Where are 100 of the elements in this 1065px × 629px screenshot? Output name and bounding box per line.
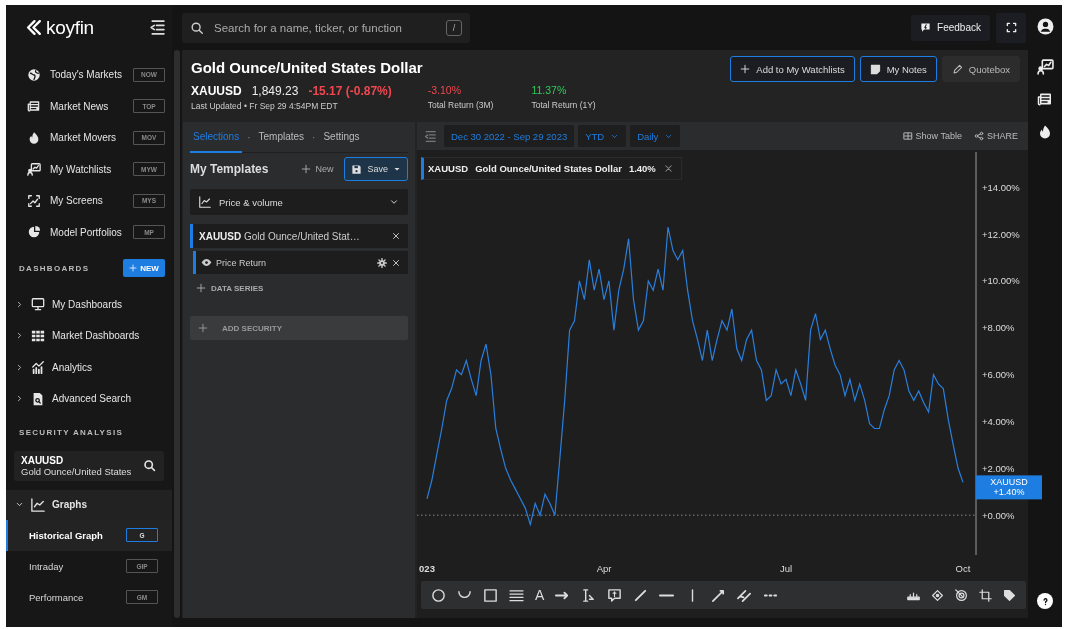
note-icon — [869, 63, 881, 75]
callout-icon[interactable] — [607, 587, 623, 603]
globe-icon — [27, 67, 41, 82]
crop-icon[interactable] — [979, 588, 992, 602]
line-icon[interactable] — [633, 587, 649, 603]
date-range-button[interactable]: Dec 30 2022 - Sep 29 2023 — [444, 125, 575, 147]
axis-label: +14.00% — [982, 181, 1020, 193]
line-chart-icon — [199, 196, 211, 208]
nav-item[interactable]: My Dashboards — [52, 298, 123, 310]
nav-item[interactable]: My Screens — [50, 195, 124, 207]
flame-icon — [27, 130, 41, 145]
text-tool-button[interactable]: A — [535, 587, 545, 603]
pie-chart-icon — [27, 225, 41, 240]
analytics-icon — [31, 360, 45, 375]
add-button[interactable]: Add to My Watchlists — [730, 56, 855, 82]
plus-icon — [740, 64, 751, 74]
return-label: Total Return (1Y) — [531, 100, 596, 110]
quotebox-button[interactable]: Quotebox — [941, 56, 1020, 82]
interval-dropdown[interactable]: Daily — [630, 125, 681, 147]
chevron-down-icon — [15, 500, 24, 509]
parallel-lines-icon[interactable] — [737, 587, 753, 603]
tab[interactable]: Selections — [190, 122, 243, 153]
save-button[interactable]: Save — [344, 157, 408, 181]
grid-icon — [31, 328, 45, 343]
share-icon — [974, 131, 984, 141]
newspaper-icon — [27, 99, 41, 114]
caret-icon — [393, 165, 401, 173]
tab[interactable]: Templates — [255, 122, 308, 153]
close-icon[interactable] — [662, 163, 674, 174]
return-label: Total Return (3M) — [427, 100, 494, 110]
new-dashboard-button[interactable]: NEW — [123, 259, 165, 278]
collapse-icon[interactable] — [423, 129, 436, 143]
fullscreen-icon — [1005, 22, 1017, 33]
price-change: -15.17 (-0.87%) — [308, 84, 392, 98]
text-cursor-icon[interactable] — [581, 587, 597, 603]
chevron-right-icon — [15, 362, 24, 372]
tag-icon[interactable] — [1003, 588, 1016, 602]
price: 1,849.23 — [251, 84, 299, 98]
flame-icon[interactable] — [1037, 124, 1053, 140]
return-value: -3.10% — [427, 84, 463, 96]
nav-item[interactable]: Advanced Search — [52, 393, 131, 405]
search-input[interactable]: Search for a name, ticker, or function — [212, 20, 438, 35]
tab-separator: · — [312, 131, 316, 143]
ray-icon[interactable] — [711, 587, 727, 603]
watchlist-icon[interactable] — [1036, 58, 1054, 75]
rectangle-icon[interactable] — [483, 587, 498, 603]
nav-item[interactable]: Market News — [50, 100, 124, 112]
nav-item[interactable]: Analytics — [52, 361, 92, 373]
plus-icon — [129, 264, 138, 273]
screen-chart-icon — [27, 193, 41, 208]
plus-icon — [301, 164, 312, 174]
series-name: Price Return — [216, 257, 268, 268]
nav-item[interactable]: Market Dashboards — [52, 330, 140, 342]
template-dropdown[interactable]: Price & volume — [190, 189, 408, 215]
lines-icon[interactable] — [509, 587, 524, 603]
show-table-button[interactable]: Show Table — [898, 131, 966, 141]
gear-icon[interactable] — [377, 257, 387, 268]
axis-label: +10.00% — [982, 275, 1020, 287]
close-icon[interactable] — [391, 257, 401, 268]
nav-item[interactable]: Market Movers — [50, 132, 124, 144]
document-search-icon — [31, 391, 45, 406]
add-data-series-button[interactable]: DATA SERIES — [190, 278, 270, 298]
target-icon[interactable] — [931, 588, 944, 602]
line-chart-icon — [31, 497, 45, 512]
axis-label: Jul — [779, 563, 793, 574]
user-icon[interactable] — [1036, 18, 1054, 35]
circle-icon[interactable] — [431, 587, 446, 603]
nav-item[interactable]: My Watchlists — [50, 163, 124, 175]
tab[interactable]: Settings — [320, 122, 363, 153]
axis-label: 023 — [419, 563, 435, 574]
nav-item[interactable]: Today's Markets — [50, 69, 124, 81]
notes-button[interactable]: My Notes — [859, 56, 937, 82]
feedback-icon — [920, 22, 932, 33]
chart-legend: XAUUSD Gold Ounce/United States Dollar 1.40% — [421, 157, 682, 180]
period-dropdown[interactable]: YTD — [578, 125, 627, 147]
magnet-icon[interactable] — [955, 588, 968, 602]
nav-group[interactable]: Graphs — [52, 499, 87, 510]
logo[interactable]: koyfin — [26, 16, 94, 39]
nav-item[interactable]: Model Portfolios — [50, 226, 124, 238]
price-tag: XAUUSD +1.40% — [976, 475, 1042, 500]
axis-label: +12.00% — [982, 228, 1020, 240]
chevron-down-icon — [389, 197, 399, 207]
section-title: DASHBOARDS — [19, 263, 90, 273]
add-security-button[interactable]: ADD SECURITY — [190, 316, 408, 340]
new-template-button[interactable]: New — [297, 164, 338, 174]
security-search-field[interactable]: XAUUSD Gold Ounce/United States — [14, 450, 164, 481]
fullscreen-button[interactable] — [996, 12, 1026, 43]
share-button[interactable]: SHARE — [970, 131, 1022, 141]
section-title: SECURITY ANALYSIS — [19, 428, 124, 437]
menu-collapse-icon[interactable] — [148, 19, 165, 36]
search-icon — [143, 459, 156, 472]
newspaper-icon[interactable] — [1037, 91, 1053, 107]
axis-label: Oct — [955, 563, 971, 574]
plus-icon — [196, 283, 206, 293]
search-field[interactable]: Search for a name, ticker, or function / — [182, 12, 470, 43]
help-button[interactable] — [1037, 593, 1053, 609]
feedback-button[interactable]: Feedback — [911, 14, 990, 41]
axis-label: +6.00% — [982, 369, 1015, 381]
close-icon[interactable] — [391, 231, 401, 241]
eye-icon — [201, 257, 212, 268]
